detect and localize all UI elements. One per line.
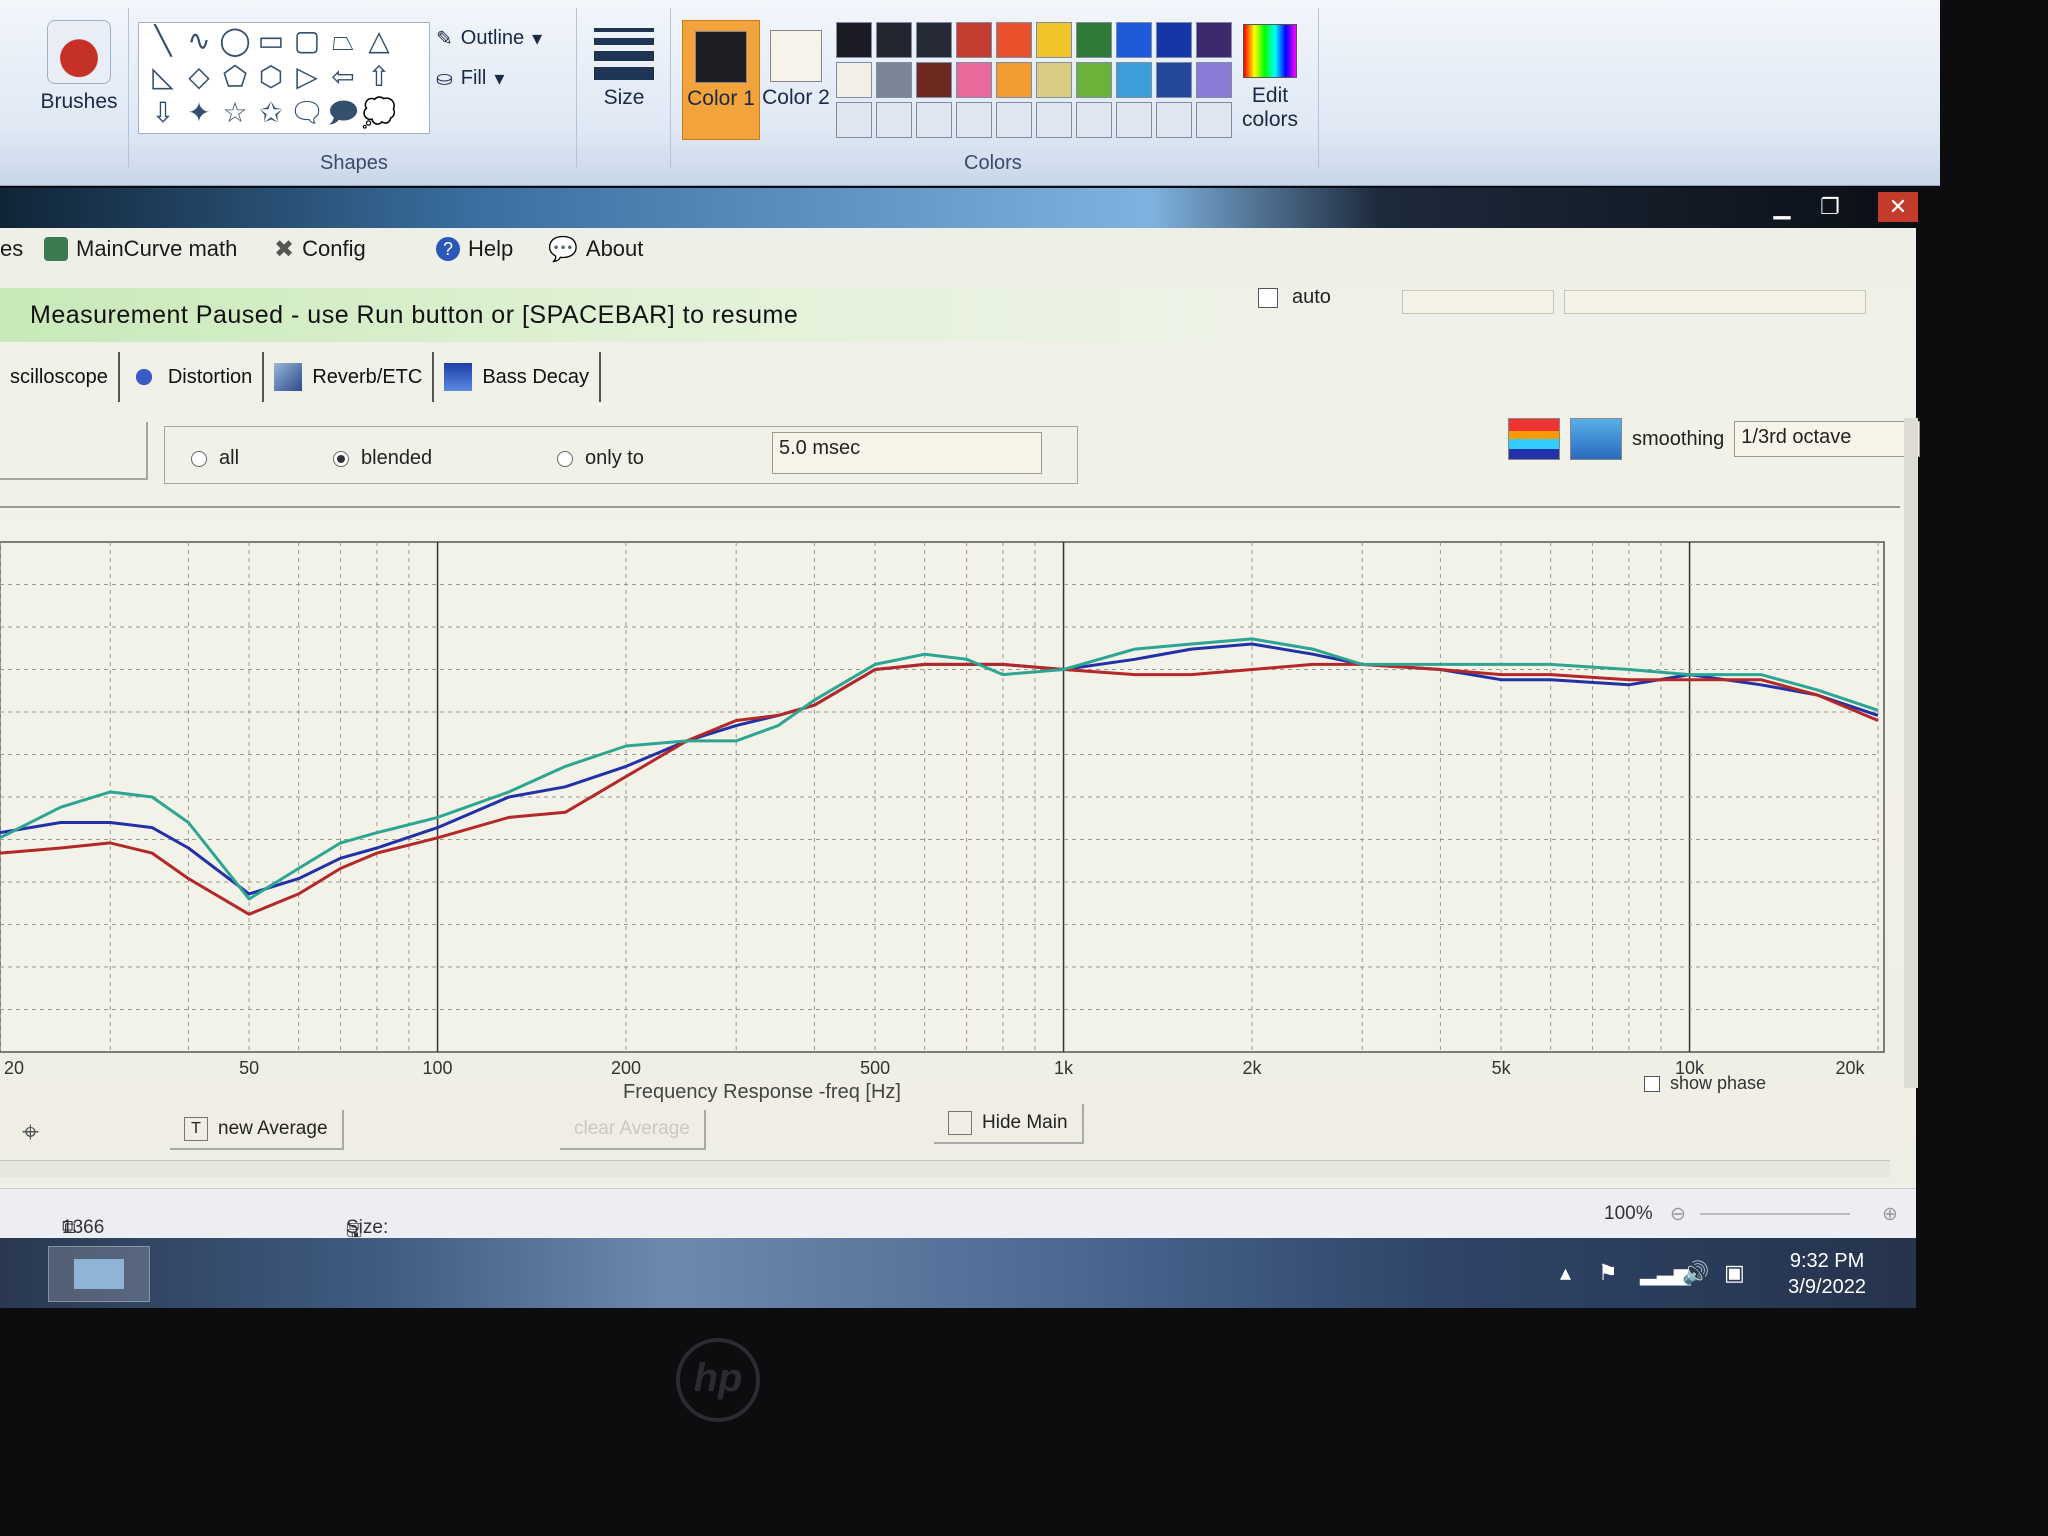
x-tick-labels: 20 50 100 200 500 1k 2k 5k 10k 20k — [4, 1058, 1866, 1078]
button-label: clear Average — [574, 1118, 690, 1139]
new-average-button[interactable]: T new Average — [170, 1110, 344, 1150]
battery-icon[interactable]: ▣ — [1724, 1260, 1745, 1286]
x-axis-label: Frequency Response -freq [Hz] — [623, 1081, 901, 1103]
action-center-flag-icon[interactable]: ⚑ — [1598, 1260, 1618, 1286]
zoom-slider[interactable] — [1700, 1213, 1850, 1215]
x-tick-label: 500 — [860, 1058, 890, 1078]
frequency-response-chart[interactable]: 20 50 100 200 500 1k 2k 5k 10k 20k Frequency Resp… — [0, 0, 2048, 1200]
taskbar: ▴ ⚑ ▂▃▅ 🔊 ▣ 9:32 PM 3/9/2022 — [0, 1238, 1916, 1308]
hide-main-button[interactable]: Hide Main — [934, 1104, 1084, 1144]
horizontal-scrollbar[interactable] — [0, 1160, 1890, 1177]
taskbar-explorer-button[interactable] — [48, 1246, 150, 1302]
paint-status-bar: ⧉ 1366 × 768px 🖫 Size: 315.5KB 100% ⊖ ⊕ — [0, 1188, 1916, 1282]
tray-expand-icon[interactable]: ▴ — [1560, 1260, 1571, 1286]
x-tick-label: 100 — [423, 1058, 453, 1078]
clock-date: 3/9/2022 — [1788, 1276, 1866, 1298]
button-label: Hide Main — [982, 1112, 1068, 1133]
clock-time: 9:32 PM — [1789, 1250, 1865, 1272]
x-tick-label: 20k — [1835, 1058, 1865, 1078]
taskbar-clock[interactable]: 9:32 PM 3/9/2022 — [1788, 1248, 1866, 1300]
x-tick-label: 20 — [4, 1058, 24, 1078]
checkbox-icon — [1644, 1075, 1660, 1092]
show-phase-label: show phase — [1670, 1073, 1767, 1093]
zoom-in-icon[interactable]: ⊕ — [1882, 1203, 1898, 1226]
hide-icon — [948, 1111, 972, 1135]
x-tick-label: 2k — [1242, 1058, 1262, 1078]
x-tick-label: 1k — [1054, 1058, 1074, 1078]
clear-average-button: clear Average — [560, 1110, 706, 1150]
zoom-level: 100% — [1604, 1203, 1653, 1224]
average-icon: T — [184, 1117, 208, 1141]
crosshair-icon[interactable]: ⌖ — [22, 1116, 39, 1150]
folder-icon — [74, 1259, 124, 1289]
hp-logo: hp — [676, 1338, 760, 1422]
volume-icon[interactable]: 🔊 — [1682, 1260, 1709, 1286]
button-label: new Average — [218, 1118, 328, 1139]
x-tick-label: 5k — [1492, 1058, 1512, 1078]
x-tick-label: 200 — [611, 1058, 641, 1078]
show-phase-checkbox[interactable]: show phase — [1644, 1073, 1766, 1094]
x-tick-label: 50 — [239, 1058, 259, 1078]
zoom-out-icon[interactable]: ⊖ — [1670, 1203, 1686, 1226]
